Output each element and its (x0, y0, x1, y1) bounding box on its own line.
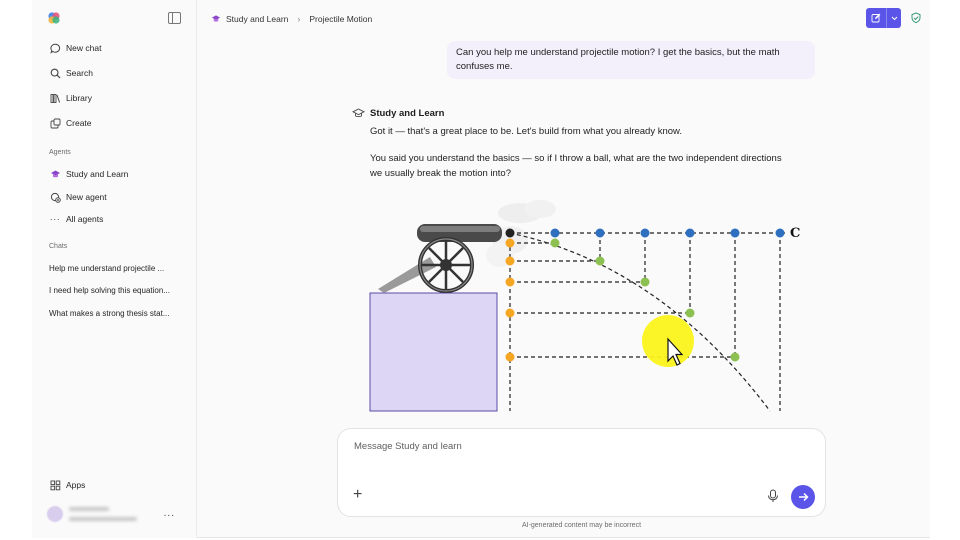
user-name-redacted (69, 507, 139, 521)
point-label: C (790, 226, 800, 241)
sidebar-item-library[interactable]: Library (49, 89, 92, 107)
copilot-logo-icon[interactable] (47, 11, 61, 25)
new-agent-icon (49, 191, 61, 203)
breadcrumb-page-title: Projectile Motion (309, 14, 373, 24)
add-attachment-icon[interactable]: + (353, 487, 362, 503)
agent-message-paragraph: You said you understand the basics — so … (370, 153, 782, 179)
message-input[interactable] (354, 441, 754, 452)
new-chat-split-button[interactable] (866, 8, 901, 28)
graduation-cap-icon (211, 15, 221, 22)
sidebar-item-all-agents[interactable]: ··· All agents (49, 210, 104, 228)
ellipsis-icon: ··· (49, 214, 61, 224)
sidebar-toggle-icon[interactable] (168, 12, 181, 24)
library-icon (49, 92, 61, 104)
agent-name: Study and Learn (370, 107, 445, 119)
agents-section-label: Agents (49, 149, 71, 156)
graduation-cap-icon (352, 108, 365, 117)
sidebar-item-study-and-learn[interactable]: Study and Learn (49, 165, 128, 183)
projectile-motion-diagram: C (369, 200, 800, 412)
sidebar-item-apps[interactable]: Apps (49, 476, 85, 494)
chats-section-label: Chats (49, 243, 68, 250)
microphone-icon[interactable] (767, 489, 779, 503)
message-composer: + (337, 428, 826, 517)
chat-history-item[interactable]: I need help solving this equation... (49, 286, 185, 295)
ai-disclaimer: AI-generated content may be incorrect (521, 522, 642, 529)
compose-icon[interactable] (866, 8, 887, 28)
breadcrumb: Study and Learn › Projectile Motion (211, 12, 372, 26)
motion-grid (509, 232, 785, 412)
cliff-platform (369, 292, 498, 412)
avatar (47, 506, 63, 522)
graduation-cap-icon (49, 168, 61, 180)
breadcrumb-agent[interactable]: Study and Learn (226, 14, 288, 24)
chat-history-item[interactable]: What makes a strong thesis stat... (49, 309, 185, 318)
create-icon (49, 117, 61, 129)
agent-header: Study and Learn (352, 107, 444, 119)
sidebar-item-create[interactable]: Create (49, 114, 92, 132)
send-button[interactable] (791, 485, 815, 509)
arrow-right-icon (798, 492, 809, 502)
breadcrumb-separator: › (297, 14, 301, 24)
chevron-down-icon[interactable] (887, 8, 901, 28)
chat-history-item[interactable]: Help me understand projectile ... (49, 264, 185, 273)
sidebar-item-new-chat[interactable]: New chat (49, 39, 101, 57)
user-profile[interactable]: ... (47, 504, 187, 524)
sidebar: New chat Search Library Create Agents St… (32, 0, 197, 538)
sidebar-item-search[interactable]: Search (49, 64, 93, 82)
apps-grid-icon (49, 479, 61, 491)
more-options-icon[interactable]: ... (164, 508, 175, 519)
search-icon (49, 67, 61, 79)
sidebar-item-new-agent[interactable]: New agent (49, 188, 107, 206)
shield-check-icon[interactable] (910, 12, 922, 24)
chat-bubble-icon (49, 42, 61, 54)
cannon-icon (378, 224, 502, 293)
user-message: Can you help me understand projectile mo… (447, 41, 815, 79)
agent-message-paragraph: Got it — that's a great place to be. Let… (370, 126, 683, 137)
